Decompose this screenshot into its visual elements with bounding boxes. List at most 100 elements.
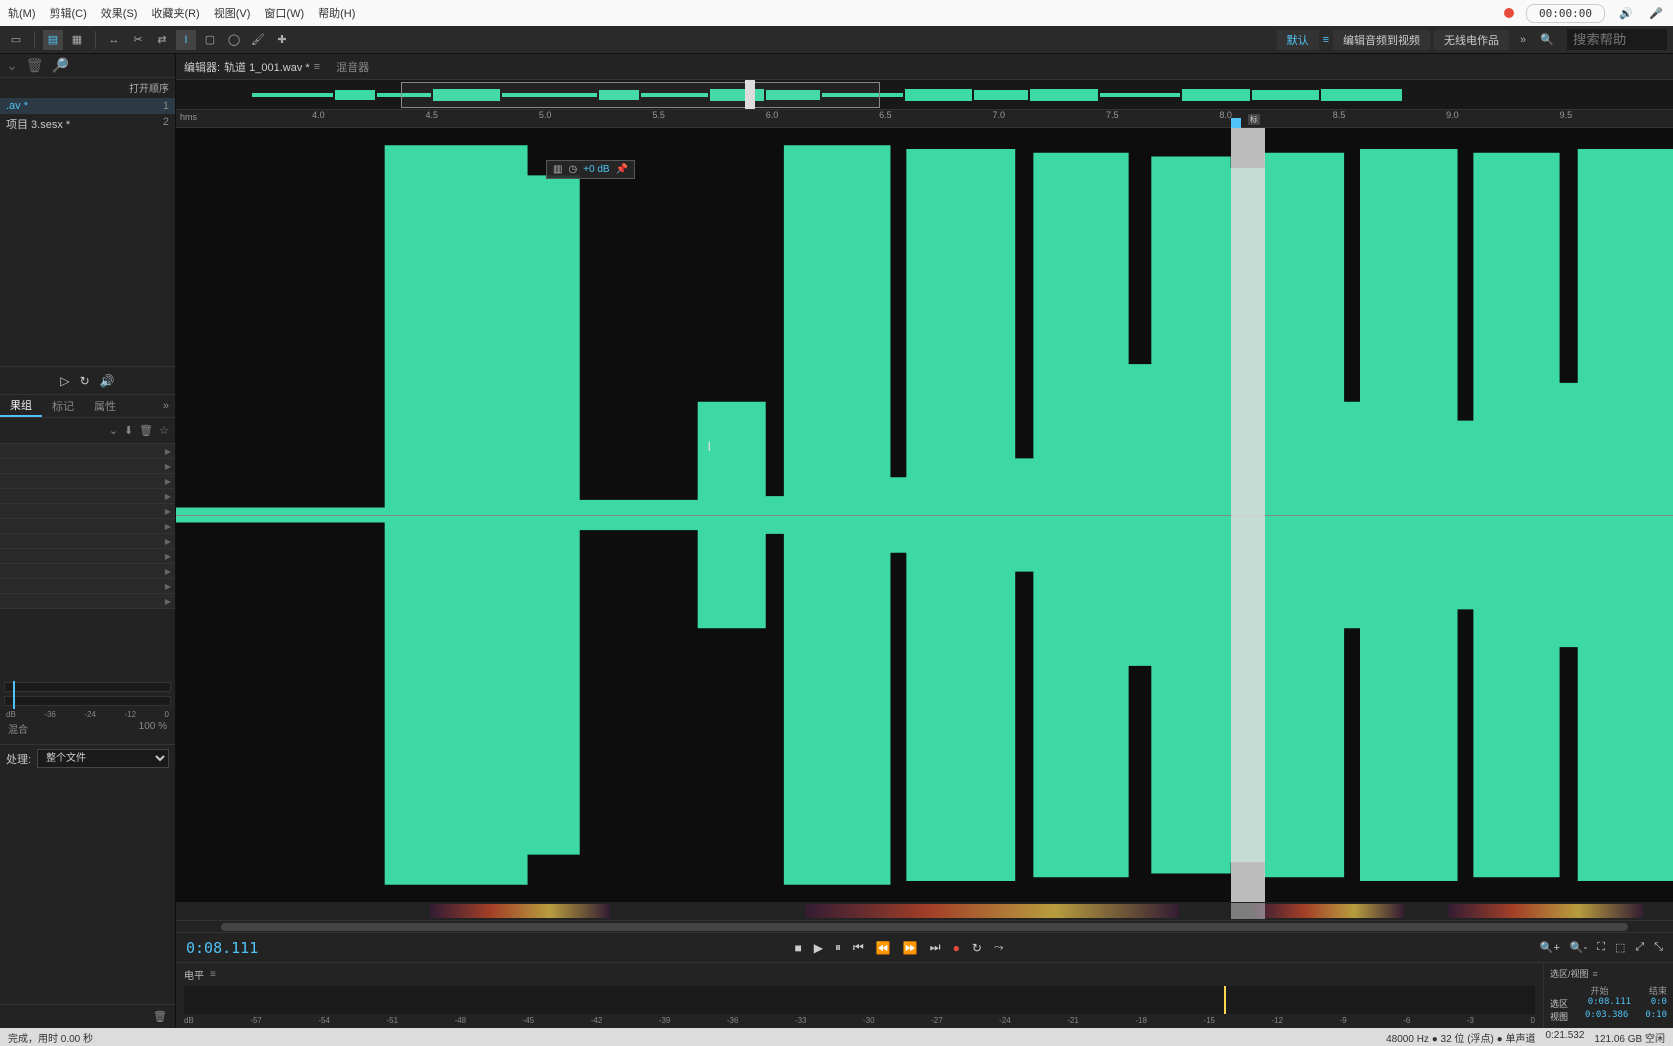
preview-play-icon[interactable]: ▷ bbox=[60, 374, 69, 388]
tool-lasso-icon[interactable]: ◯ bbox=[224, 30, 244, 50]
tool-move-icon[interactable]: ↔ bbox=[104, 30, 124, 50]
zoom-full-icon[interactable]: ⛶ bbox=[1597, 941, 1605, 954]
zoom-out-icon[interactable]: 🔍- bbox=[1570, 941, 1587, 954]
mix-value[interactable]: 100 % bbox=[139, 721, 167, 736]
tool-heal-icon[interactable]: ✚ bbox=[272, 30, 292, 50]
tab-markers[interactable]: 标记 bbox=[42, 395, 84, 417]
scroll-thumb[interactable] bbox=[221, 923, 1628, 931]
tab-menu-icon[interactable]: ≡ bbox=[314, 61, 320, 73]
hud-pin-icon[interactable]: 📌 bbox=[616, 164, 628, 175]
tab-effects-rack[interactable]: 果组 bbox=[0, 395, 42, 417]
help-search-input[interactable] bbox=[1567, 29, 1667, 50]
rewind-icon[interactable]: ⏪ bbox=[876, 941, 891, 955]
record-indicator-icon[interactable] bbox=[1504, 8, 1514, 18]
trash-icon[interactable]: 🗑 bbox=[153, 1010, 167, 1023]
workspace-audio-video[interactable]: 编辑音频到视频 bbox=[1333, 30, 1430, 50]
sort-order-label[interactable]: 打开顺序 bbox=[0, 78, 175, 98]
view-start[interactable]: 0:03.386 bbox=[1585, 1010, 1628, 1023]
menu-favorites[interactable]: 收藏夹(R) bbox=[151, 5, 199, 21]
file-row[interactable]: 项目 3.sesx * 2 bbox=[0, 114, 175, 134]
panel-expand-icon[interactable]: » bbox=[157, 400, 175, 412]
workspace-radio[interactable]: 无线电作品 bbox=[1434, 30, 1509, 50]
file-row[interactable]: .av * 1 bbox=[0, 98, 175, 114]
hud-clock-icon[interactable]: ◷ bbox=[568, 164, 577, 175]
preview-auto-icon[interactable]: 🔊 bbox=[100, 374, 115, 388]
record-button-icon[interactable]: ● bbox=[953, 941, 960, 955]
tool-marquee-icon[interactable]: ▢ bbox=[200, 30, 220, 50]
loop-button-icon[interactable]: ↻ bbox=[972, 941, 982, 955]
selection-start[interactable]: 0:08.111 bbox=[1588, 997, 1631, 1010]
selection-range[interactable] bbox=[1231, 128, 1265, 902]
fx-slot[interactable]: ▶ bbox=[0, 534, 175, 549]
filter-icon[interactable]: ⌄ bbox=[6, 57, 18, 74]
tool-cut-icon[interactable]: ✂ bbox=[128, 30, 148, 50]
timecode-display[interactable]: 0:08.111 bbox=[186, 939, 258, 957]
tool-brush-icon[interactable]: 🖌 bbox=[248, 30, 268, 50]
menu-track[interactable]: 轨(M) bbox=[8, 5, 36, 21]
menu-clip[interactable]: 剪辑(C) bbox=[50, 5, 87, 21]
waveform-display[interactable]: ▥ ◷ +0 dB 📌 I bbox=[176, 128, 1673, 902]
play-button-icon[interactable]: ▶ bbox=[814, 941, 823, 955]
hud-bars-icon[interactable]: ▥ bbox=[553, 164, 562, 175]
skip-silence-icon[interactable]: ⤳ bbox=[994, 940, 1004, 955]
preset-delete-icon[interactable]: 🗑 bbox=[139, 424, 153, 437]
selection-end[interactable]: 0:0 bbox=[1651, 997, 1667, 1010]
tab-properties[interactable]: 属性 bbox=[84, 395, 126, 417]
tool-time-select-icon[interactable]: I bbox=[176, 30, 196, 50]
menu-help[interactable]: 帮助(H) bbox=[318, 5, 355, 21]
playhead-marker-icon[interactable] bbox=[1231, 118, 1241, 128]
stop-button-icon[interactable]: ■ bbox=[795, 941, 802, 955]
preset-save-icon[interactable]: ⬇ bbox=[124, 424, 133, 437]
spectral-display-icon[interactable]: ▦ bbox=[67, 30, 87, 50]
search-icon[interactable]: 🔎 bbox=[52, 57, 69, 74]
preset-dropdown-icon[interactable]: ⌄ bbox=[109, 424, 118, 437]
zoom-in-icon[interactable]: 🔍+ bbox=[1540, 941, 1560, 954]
fx-slot[interactable]: ▶ bbox=[0, 594, 175, 609]
menu-view[interactable]: 视图(V) bbox=[214, 5, 251, 21]
search-icon[interactable]: 🔍 bbox=[1537, 30, 1557, 50]
preview-loop-icon[interactable]: ↻ bbox=[80, 374, 90, 388]
marker-label[interactable]: 标 bbox=[1248, 114, 1260, 125]
level-menu-icon[interactable]: ≡ bbox=[210, 969, 216, 980]
workspace-menu-icon[interactable]: ≡ bbox=[1323, 34, 1329, 46]
zoom-selection-icon[interactable]: ⬚ bbox=[1615, 941, 1625, 954]
level-meter[interactable] bbox=[184, 986, 1535, 1014]
overview-waveform[interactable] bbox=[176, 80, 1673, 110]
goto-start-icon[interactable]: ⏮ bbox=[853, 940, 864, 955]
fx-slot[interactable]: ▶ bbox=[0, 459, 175, 474]
gain-hud[interactable]: ▥ ◷ +0 dB 📌 bbox=[546, 160, 635, 179]
zoom-out-point-icon[interactable]: ⤡ bbox=[1654, 941, 1663, 954]
workspace-default[interactable]: 默认 bbox=[1277, 30, 1319, 50]
fx-slot[interactable]: ▶ bbox=[0, 579, 175, 594]
fx-slot[interactable]: ▶ bbox=[0, 444, 175, 459]
fx-slot[interactable]: ▶ bbox=[0, 519, 175, 534]
editor-tab-mixer[interactable]: 混音器 bbox=[336, 59, 369, 75]
view-end[interactable]: 0:10 bbox=[1645, 1010, 1667, 1023]
editor-tab-file[interactable]: 编辑器: 轨道 1_001.wav * ≡ bbox=[184, 59, 320, 75]
waveform-view-icon[interactable]: ▭ bbox=[6, 30, 26, 50]
zoom-in-point-icon[interactable]: ⤢ bbox=[1635, 941, 1644, 954]
tool-slip-icon[interactable]: ⇄ bbox=[152, 30, 172, 50]
goto-end-icon[interactable]: ⏭ bbox=[930, 940, 941, 955]
waveform-display-icon[interactable]: ▤ bbox=[43, 30, 63, 50]
selview-menu-icon[interactable]: ≡ bbox=[1593, 969, 1598, 979]
speaker-icon[interactable]: 🔊 bbox=[1617, 4, 1635, 22]
fx-slot[interactable]: ▶ bbox=[0, 549, 175, 564]
fx-slot[interactable]: ▶ bbox=[0, 504, 175, 519]
forward-icon[interactable]: ⏩ bbox=[903, 941, 918, 955]
menu-window[interactable]: 窗口(W) bbox=[264, 5, 304, 21]
overview-playhead[interactable] bbox=[745, 80, 755, 109]
process-select[interactable]: 整个文件 bbox=[37, 749, 169, 768]
trash-icon[interactable]: 🗑 bbox=[26, 57, 44, 74]
menu-effects[interactable]: 效果(S) bbox=[101, 5, 138, 21]
fx-slot[interactable]: ▶ bbox=[0, 474, 175, 489]
microphone-icon[interactable]: 🎤 bbox=[1647, 4, 1665, 22]
spectrogram-strip[interactable] bbox=[176, 902, 1673, 920]
workspace-more-icon[interactable]: » bbox=[1513, 30, 1533, 50]
fx-slot[interactable]: ▶ bbox=[0, 489, 175, 504]
time-ruler[interactable]: hms 标 4.04.55.05.56.06.57.07.58.08.59.09… bbox=[176, 110, 1673, 128]
fx-slot[interactable]: ▶ bbox=[0, 564, 175, 579]
overview-window[interactable] bbox=[401, 82, 880, 108]
output-gain-slider[interactable] bbox=[4, 696, 171, 706]
input-gain-slider[interactable] bbox=[4, 682, 171, 692]
